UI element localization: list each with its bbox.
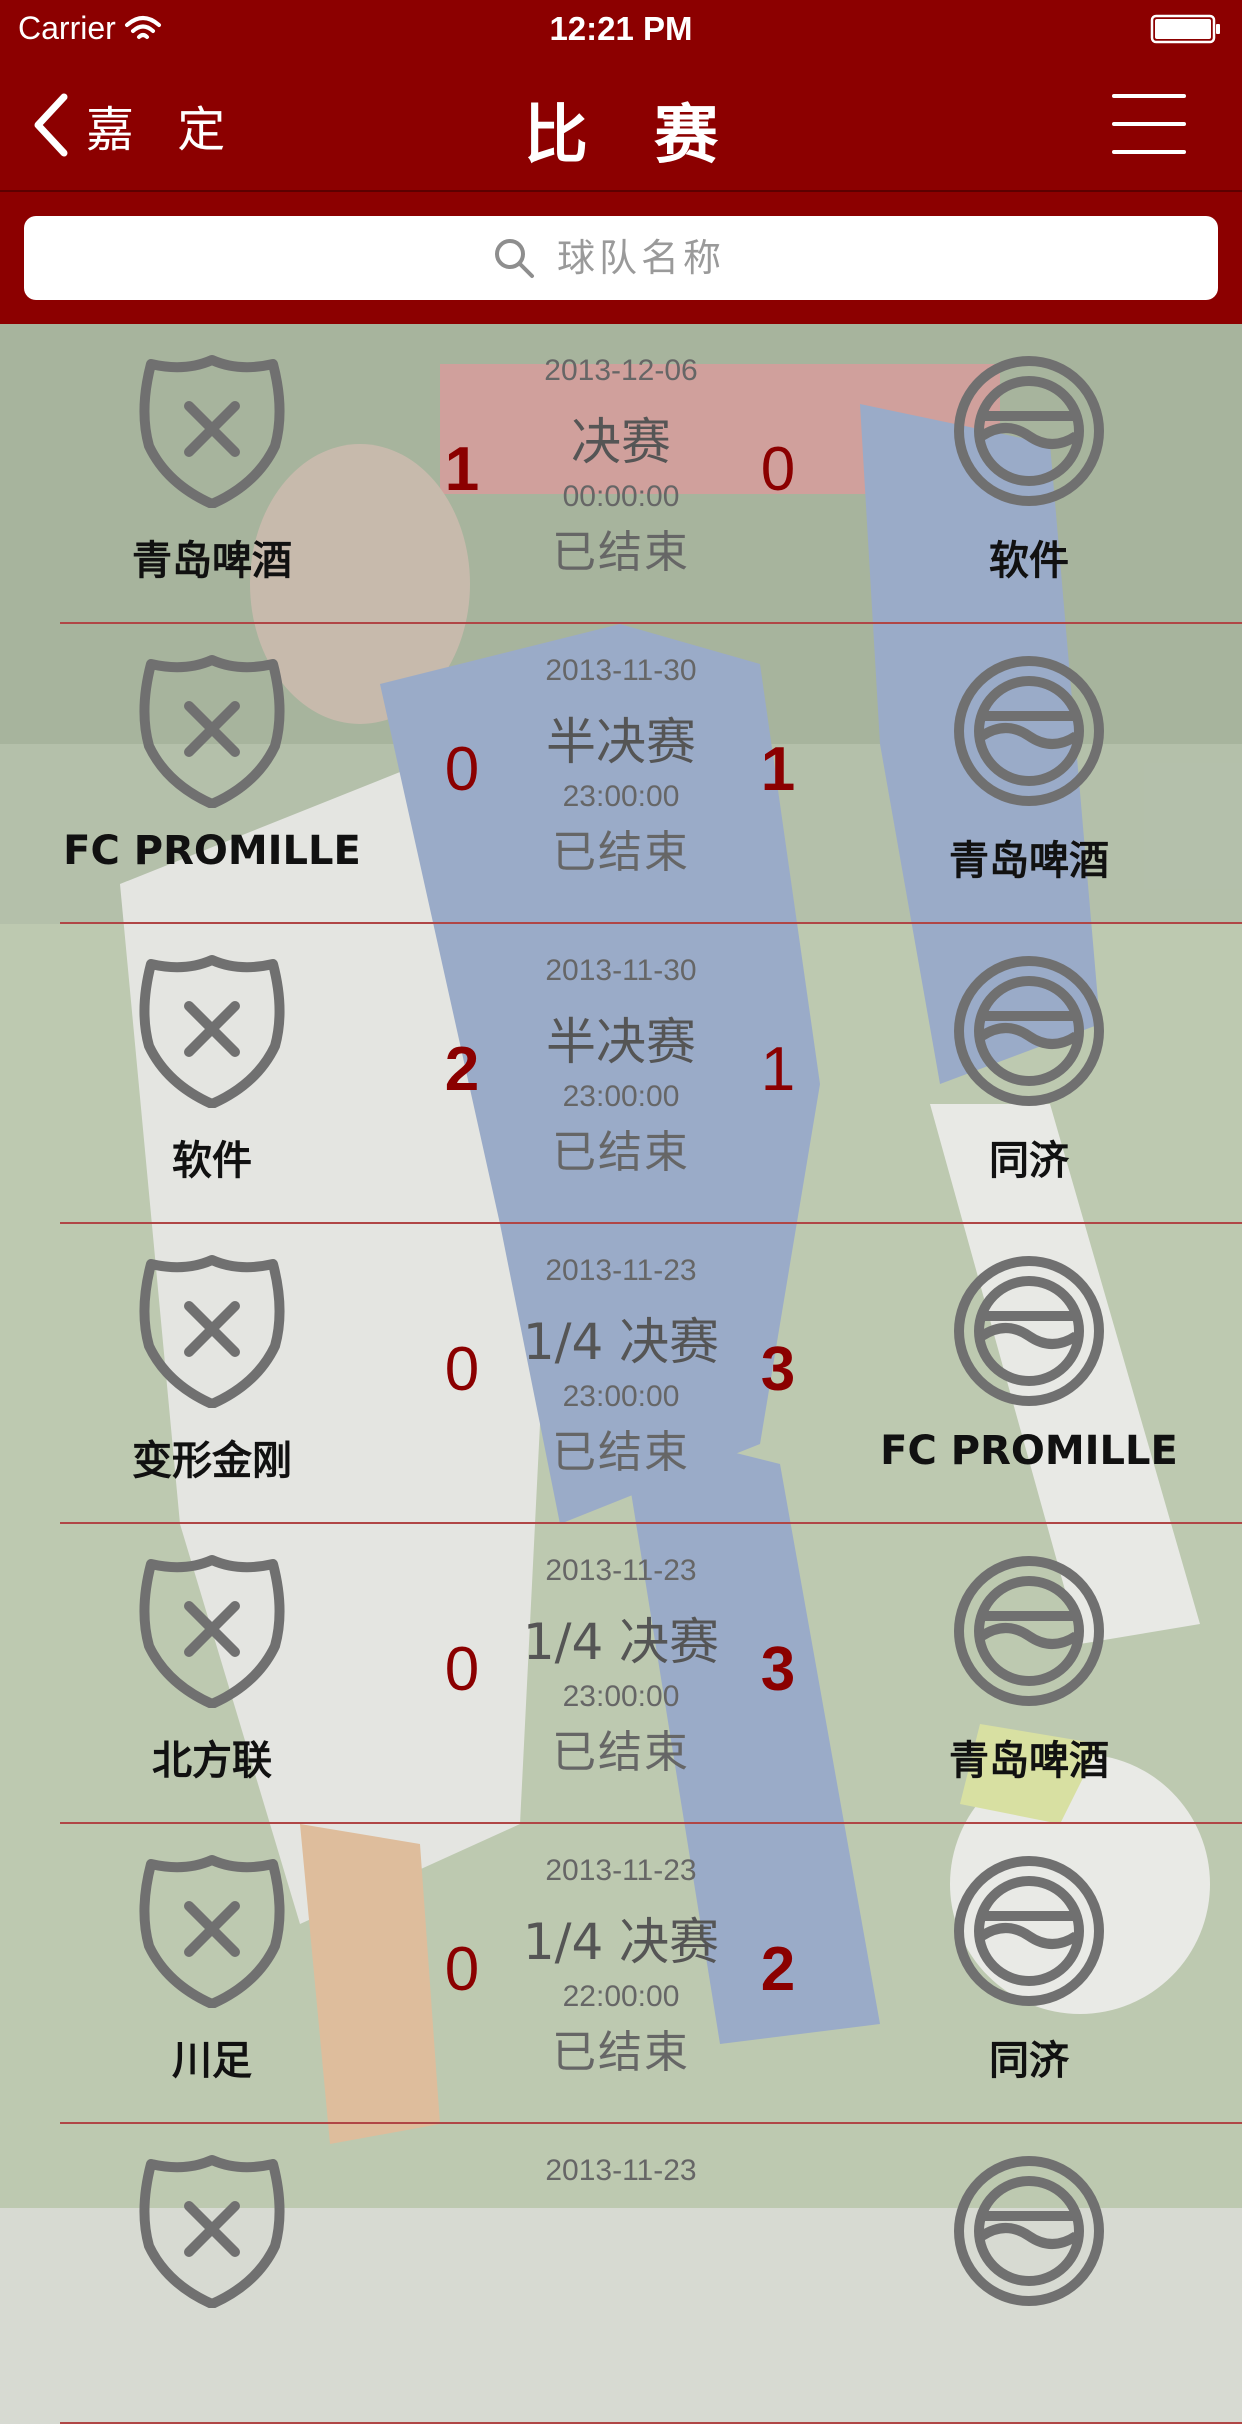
match-info: 2013-11-23 1/4 决赛 23:00:00 已结束 <box>471 1254 771 1480</box>
home-team: 变形金刚 <box>32 1254 392 1486</box>
menu-icon <box>1112 94 1186 98</box>
circle-wave-icon <box>954 956 1104 1106</box>
away-score: 2 <box>760 1935 796 2004</box>
match-info: 2013-11-23 1/4 决赛 23:00:00 已结束 <box>471 1554 771 1780</box>
home-team-name: 川足 <box>172 2038 252 2084</box>
navigation-bar: 嘉 定 比 赛 <box>0 60 1242 192</box>
home-team: 北方联 <box>32 1554 392 1786</box>
away-score: 1 <box>760 1035 796 1104</box>
match-row[interactable]: 变形金刚 0 2013-11-23 1/4 决赛 23:00:00 已结束 3 … <box>0 1224 1242 1524</box>
match-row[interactable]: 北方联 0 2013-11-23 1/4 决赛 23:00:00 已结束 3 青… <box>0 1524 1242 1824</box>
match-info: 2013-11-23 <box>471 2154 771 2202</box>
away-team-name: 同济 <box>989 2038 1069 2084</box>
home-team: 软件 <box>32 954 392 1186</box>
match-info: 2013-11-23 1/4 决赛 22:00:00 已结束 <box>471 1854 771 2080</box>
search-icon <box>495 239 534 278</box>
away-team-name: FC PROMILLE <box>880 1428 1178 1474</box>
search-bar <box>24 216 1218 300</box>
home-team-name: 变形金刚 <box>132 1438 292 1484</box>
circle-wave-icon <box>954 356 1104 506</box>
circle-wave-icon <box>954 656 1104 806</box>
away-team-name: 软件 <box>989 538 1069 584</box>
match-status: 已结束 <box>552 827 690 878</box>
shield-cross-icon <box>139 355 285 508</box>
match-status: 已结束 <box>552 1427 690 1478</box>
match-time: 00:00:00 <box>562 480 680 513</box>
match-list: 青岛啤酒 1 2013-12-06 决赛 00:00:00 已结束 0 软件 F… <box>0 324 1242 2424</box>
match-time: 23:00:00 <box>562 1380 680 1413</box>
match-time: 22:00:00 <box>562 1980 680 2013</box>
away-team: 青岛啤酒 <box>849 1554 1209 1786</box>
match-stage: 决赛 <box>571 413 671 471</box>
away-score: 1 <box>760 735 796 804</box>
match-time: 23:00:00 <box>562 1080 680 1113</box>
home-team: FC PROMILLE <box>32 654 392 874</box>
match-stage: 1/4 决赛 <box>522 1613 720 1671</box>
match-info: 2013-11-30 半决赛 23:00:00 已结束 <box>471 654 771 880</box>
shield-cross-icon <box>139 1855 285 2008</box>
home-team-name: FC PROMILLE <box>63 828 361 874</box>
circle-wave-icon <box>954 1256 1104 1406</box>
away-team-name: 青岛啤酒 <box>949 838 1109 884</box>
match-date: 2013-12-06 <box>544 354 698 387</box>
match-date: 2013-11-23 <box>545 1254 697 1287</box>
away-score: 3 <box>760 1335 796 1404</box>
match-status: 已结束 <box>552 1727 690 1778</box>
status-bar: Carrier 12:21 PM <box>0 0 1242 60</box>
match-info: 2013-12-06 决赛 00:00:00 已结束 <box>471 354 771 580</box>
match-time: 23:00:00 <box>562 780 680 813</box>
shield-cross-icon <box>139 2155 285 2308</box>
search-box[interactable] <box>24 216 1218 300</box>
away-team: 同济 <box>849 954 1209 1186</box>
header: Carrier 12:21 PM 嘉 定 比 赛 <box>0 0 1242 324</box>
away-team: FC PROMILLE <box>849 1254 1209 1474</box>
home-team <box>32 2154 392 2328</box>
match-stage: 1/4 决赛 <box>522 1913 720 1971</box>
match-row[interactable]: 青岛啤酒 1 2013-12-06 决赛 00:00:00 已结束 0 软件 <box>0 324 1242 624</box>
match-row[interactable]: 川足 0 2013-11-23 1/4 决赛 22:00:00 已结束 2 同济 <box>0 1824 1242 2124</box>
shield-cross-icon <box>139 955 285 1108</box>
match-status: 已结束 <box>552 2027 690 2078</box>
away-team <box>849 2154 1209 2328</box>
shield-cross-icon <box>139 1555 285 1708</box>
away-score: 0 <box>760 435 796 504</box>
circle-wave-icon <box>954 1856 1104 2006</box>
away-team: 同济 <box>849 1854 1209 2086</box>
shield-cross-icon <box>139 655 285 808</box>
match-date: 2013-11-30 <box>545 654 697 687</box>
match-status: 已结束 <box>552 1127 690 1178</box>
home-team: 川足 <box>32 1854 392 2086</box>
circle-wave-icon <box>954 1556 1104 1706</box>
page-title: 比 赛 <box>523 99 741 173</box>
match-date: 2013-11-23 <box>545 1554 697 1587</box>
status-time: 12:21 PM <box>549 10 693 47</box>
away-team: 软件 <box>849 354 1209 586</box>
match-stage: 半决赛 <box>546 713 696 771</box>
battery-icon <box>1150 14 1220 44</box>
match-row[interactable]: 软件 2 2013-11-30 半决赛 23:00:00 已结束 1 同济 <box>0 924 1242 1224</box>
away-score: 3 <box>760 1635 796 1704</box>
away-team: 青岛啤酒 <box>849 654 1209 886</box>
match-date: 2013-11-23 <box>545 2154 697 2187</box>
match-stage: 半决赛 <box>546 1013 696 1071</box>
match-row[interactable]: 2013-11-23 <box>0 2124 1242 2424</box>
match-row[interactable]: FC PROMILLE 0 2013-11-30 半决赛 23:00:00 已结… <box>0 624 1242 924</box>
home-team-name: 北方联 <box>152 1738 272 1784</box>
match-date: 2013-11-23 <box>545 1854 697 1887</box>
home-team: 青岛啤酒 <box>32 354 392 586</box>
home-team-name: 软件 <box>172 1138 252 1184</box>
shield-cross-icon <box>139 1255 285 1408</box>
match-info: 2013-11-30 半决赛 23:00:00 已结束 <box>471 954 771 1180</box>
match-time: 23:00:00 <box>562 1680 680 1713</box>
match-status: 已结束 <box>552 527 690 578</box>
circle-wave-icon <box>954 2156 1104 2306</box>
search-input[interactable] <box>555 235 749 281</box>
match-stage: 1/4 决赛 <box>522 1313 720 1371</box>
away-team-name: 同济 <box>989 1138 1069 1184</box>
match-date: 2013-11-30 <box>545 954 697 987</box>
home-team-name: 青岛啤酒 <box>132 538 292 584</box>
away-team-name: 青岛啤酒 <box>949 1738 1109 1784</box>
menu-button[interactable] <box>1112 94 1186 154</box>
